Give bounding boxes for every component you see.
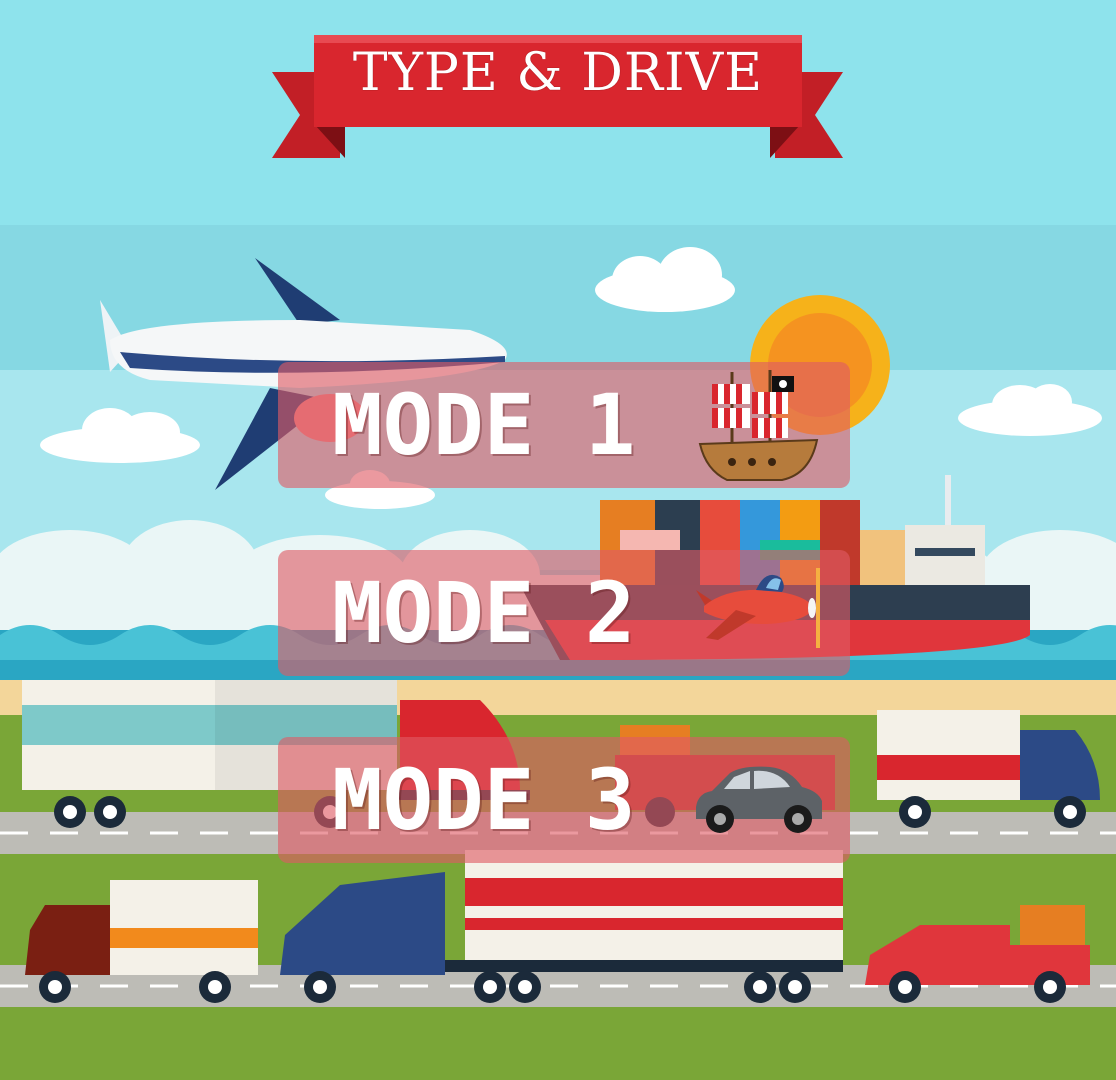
mode-2-button[interactable]: MODE 2 xyxy=(278,550,850,676)
mode-2-label: MODE 2 xyxy=(332,564,636,662)
mode-1-button[interactable]: MODE 1 xyxy=(278,362,850,488)
mode-3-label: MODE 3 xyxy=(332,751,636,849)
mode-3-button[interactable]: MODE 3 xyxy=(278,737,850,863)
car-icon xyxy=(696,766,822,833)
game-title: TYPE & DRIVE xyxy=(352,43,764,103)
pirate-ship-icon xyxy=(698,370,819,481)
airplane-icon xyxy=(696,568,820,648)
mode-1-label: MODE 1 xyxy=(332,376,636,474)
